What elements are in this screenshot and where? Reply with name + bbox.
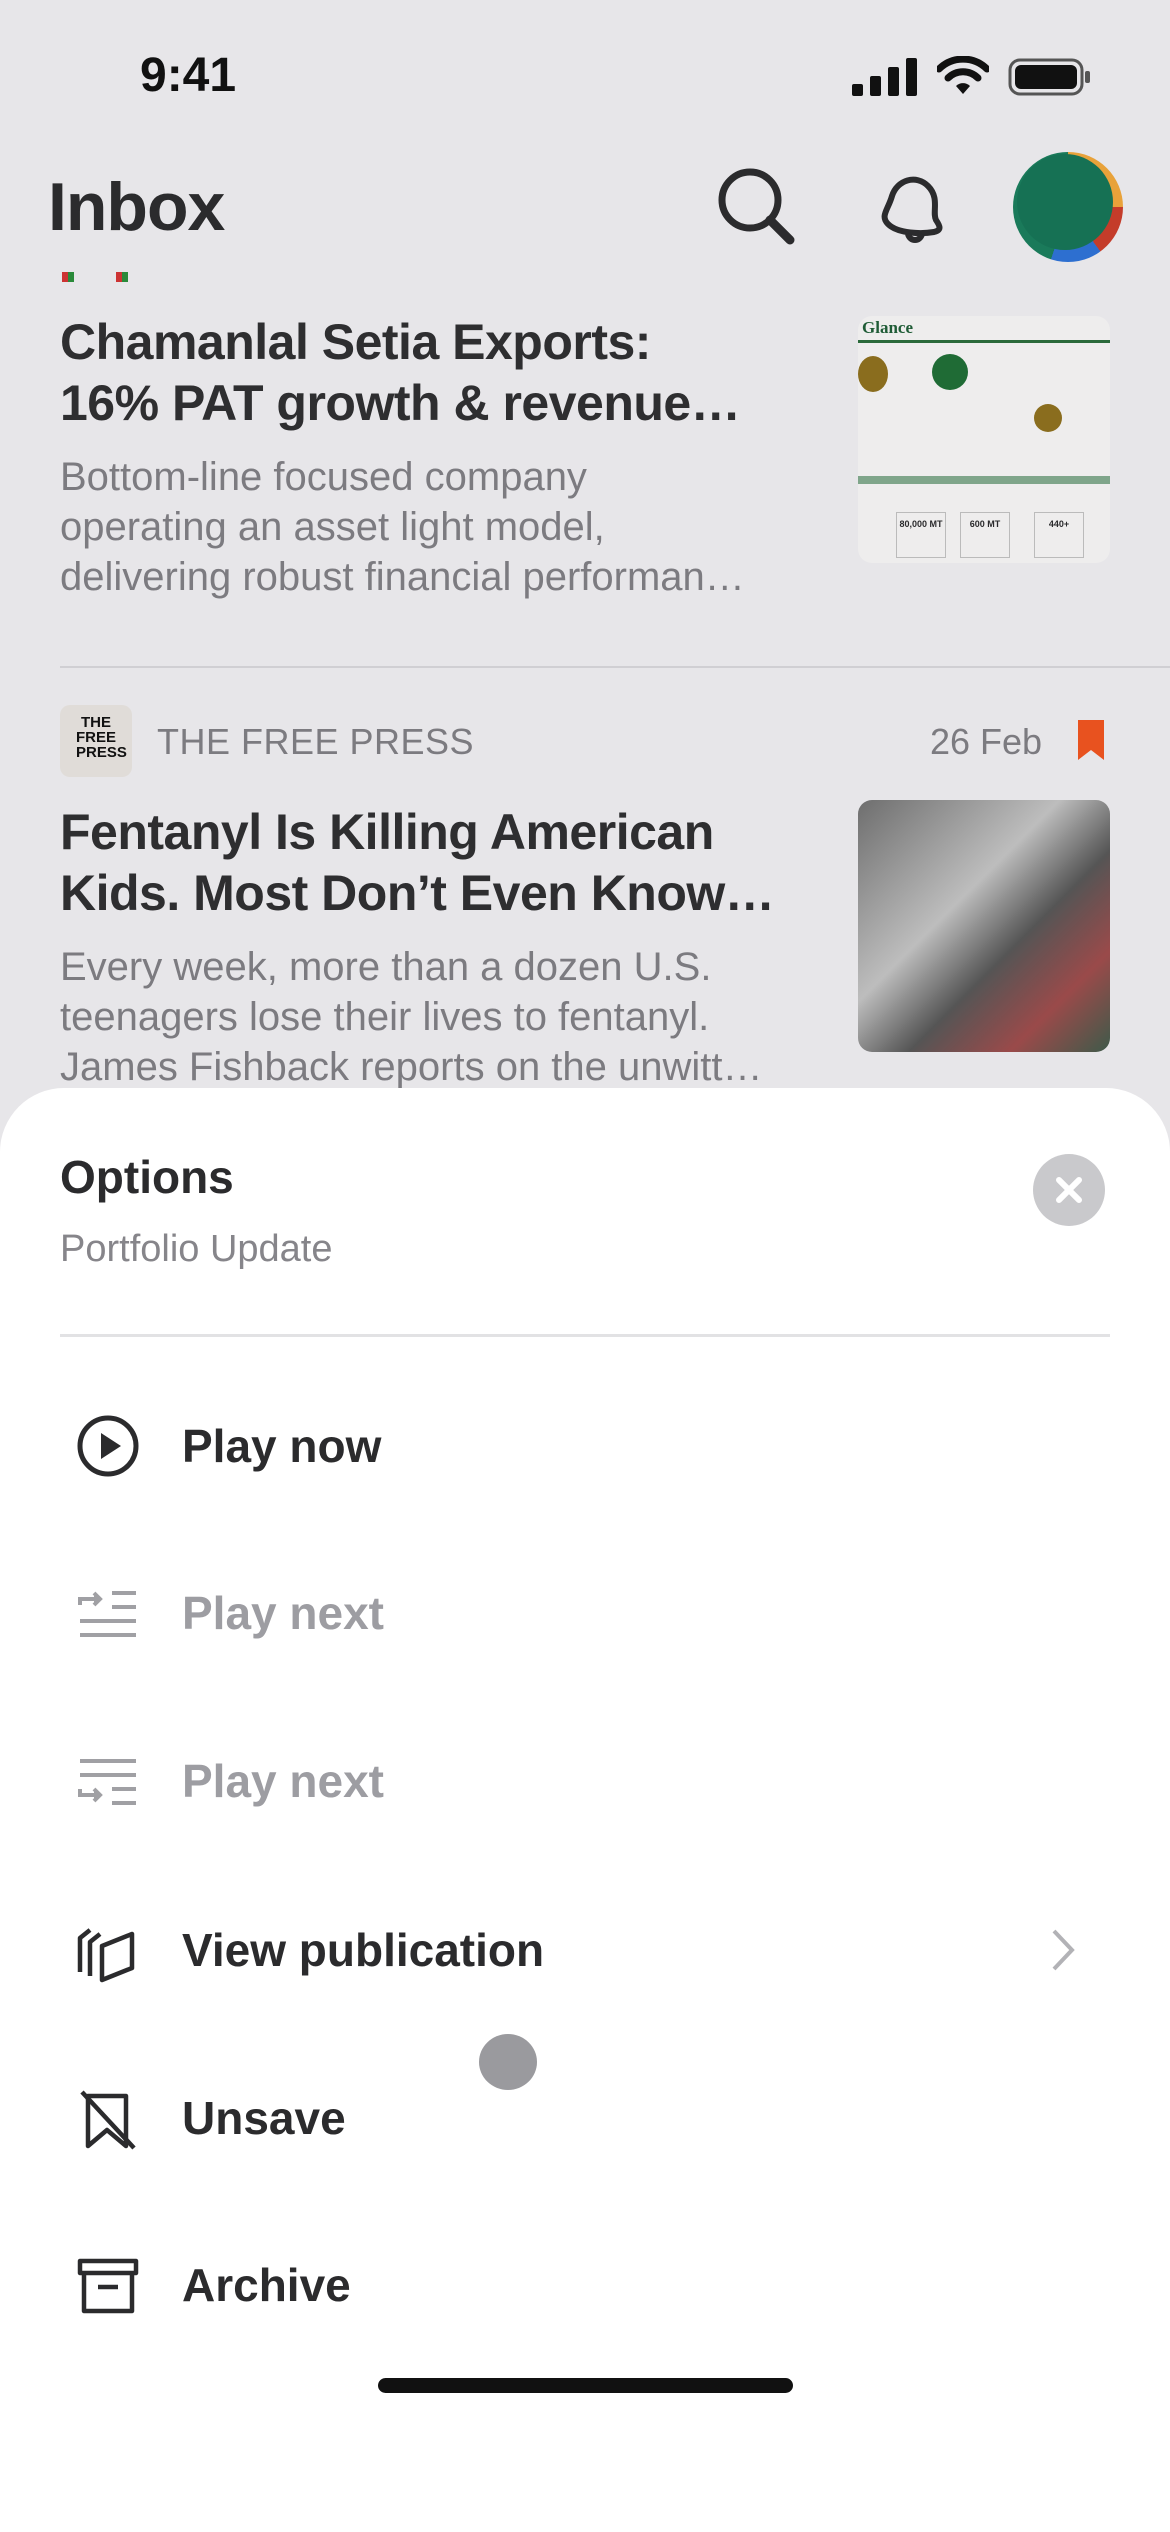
thumb-stat: 80,000 MT [896, 512, 946, 558]
divider [60, 1334, 1110, 1337]
publication-logo: THE FREE PRESS [60, 705, 132, 777]
chevron-right-icon [1052, 1929, 1075, 1971]
play-circle-icon [77, 1415, 139, 1477]
bookmark-filled-icon[interactable] [1078, 720, 1104, 760]
status-time: 9:41 [140, 49, 237, 102]
article-body-line: James Fishback reports on the unwitt… [60, 1045, 763, 1089]
article-title-line: 16% PAT growth & revenue… [60, 375, 741, 431]
close-icon [1056, 1177, 1082, 1203]
menu-item-label: Archive [182, 2259, 351, 2311]
wifi-icon [937, 56, 989, 94]
home-indicator[interactable] [378, 2378, 793, 2393]
close-button[interactable] [1033, 1154, 1105, 1226]
menu-item-label: Play next [182, 1587, 384, 1639]
article-body-line: Bottom-line focused company [60, 455, 587, 499]
article-1[interactable]: Chamanlal Setia Exports: 16% PAT growth … [60, 312, 840, 602]
article-body-line: Every week, more than a dozen U.S. [60, 945, 712, 989]
menu-item-label: Unsave [182, 2092, 346, 2144]
thumb-stat: 600 MT [960, 512, 1010, 558]
menu-item-view-publication[interactable]: View publication [0, 1890, 1170, 2010]
menu-item-play-last[interactable]: Play next [0, 1721, 1170, 1841]
avatar[interactable] [1013, 152, 1123, 262]
menu-item-play-next[interactable]: Play next [0, 1553, 1170, 1673]
publication-icon [77, 1928, 135, 1983]
menu-item-play-now[interactable]: Play now [0, 1386, 1170, 1506]
article-title-line: Chamanlal Setia Exports: [60, 314, 651, 370]
thumb-stat: 440+ [1034, 512, 1084, 558]
menu-item-unsave[interactable]: Unsave [0, 2058, 1170, 2178]
article-2[interactable]: Fentanyl Is Killing American Kids. Most … [60, 802, 840, 1092]
divider [60, 666, 1170, 668]
flag-marker [62, 272, 74, 282]
menu-item-archive[interactable]: Archive [0, 2225, 1170, 2345]
options-sheet: Options Portfolio Update Play now Play n… [0, 1088, 1170, 2532]
thumb-heading: Glance [862, 318, 913, 337]
signal-icon [852, 58, 917, 96]
sheet-subtitle: Portfolio Update [60, 1228, 333, 1270]
archive-icon [77, 2258, 139, 2314]
publication-name[interactable]: THE FREE PRESS [157, 721, 474, 763]
article-thumbnail[interactable] [858, 800, 1110, 1052]
search-icon[interactable] [712, 162, 802, 252]
article-date: 26 Feb [930, 721, 1043, 762]
article-body-line: teenagers lose their lives to fentanyl. [60, 995, 710, 1039]
logo-text: THE FREE PRESS [76, 714, 127, 761]
menu-item-label: Play now [182, 1420, 382, 1472]
touch-indicator [479, 2034, 537, 2090]
article-thumbnail[interactable]: Glance 80,000 MT 600 MT 440+ [858, 316, 1110, 563]
menu-item-label: View publication [182, 1924, 545, 1976]
battery-icon [1008, 58, 1090, 96]
article-title-line: Kids. Most Don’t Even Know… [60, 865, 775, 921]
page-title: Inbox [48, 169, 225, 245]
play-next-icon [78, 1591, 136, 1637]
sheet-title: Options [60, 1151, 234, 1203]
play-last-icon [78, 1759, 136, 1805]
menu-item-label: Play next [182, 1755, 384, 1807]
notifications-bell-icon[interactable] [868, 162, 958, 252]
unsave-bookmark-icon [80, 2090, 136, 2150]
article-body-line: delivering robust financial performan… [60, 555, 745, 599]
article-body-line: operating an asset light model, [60, 505, 605, 549]
article-title-line: Fentanyl Is Killing American [60, 804, 714, 860]
flag-marker [116, 272, 128, 282]
